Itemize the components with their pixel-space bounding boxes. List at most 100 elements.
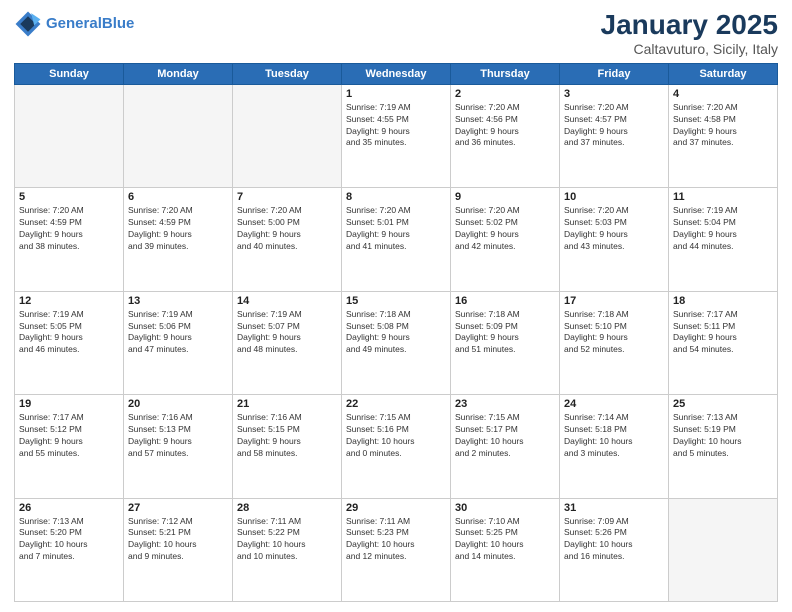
calendar-day-cell: 1Sunrise: 7:19 AM Sunset: 4:55 PM Daylig… — [342, 84, 451, 187]
calendar-day-cell: 8 Sunrise: 7:20 AM Sunset: 5:01 PM Daylig… — [342, 188, 451, 291]
calendar-day-cell: 4 Sunrise: 7:20 AM Sunset: 4:58 PM Daylig… — [669, 84, 778, 187]
logo-text: GeneralBlue — [46, 16, 134, 33]
calendar-day-cell: 28Sunrise: 7:11 AM Sunset: 5:22 PM Dayli… — [233, 498, 342, 601]
calendar-day-cell: 26 Sunrise: 7:13 AM Sunset: 5:20 PM Dayli… — [15, 498, 124, 601]
day-info: Sunrise: 7:17 AM Sunset: 5:11 PM Dayligh… — [673, 309, 773, 357]
calendar-day-cell: 18Sunrise: 7:17 AM Sunset: 5:11 PM Dayli… — [669, 291, 778, 394]
day-info: Sunrise: 7:20 AM Sunset: 4:58 PM Dayligh… — [673, 102, 773, 150]
day-info: Sunrise: 7:20 AM Sunset: 5:01 PM Dayligh… — [346, 205, 446, 253]
day-number: 29 — [346, 502, 446, 514]
day-info: Sunrise: 7:15 AM Sunset: 5:17 PM Dayligh… — [455, 412, 555, 460]
page: GeneralBlue January 2025 Caltavuturo, Si… — [0, 0, 792, 612]
day-number: 25 — [673, 398, 773, 410]
calendar-day-cell: 29 Sunrise: 7:11 AM Sunset: 5:23 PM Dayli… — [342, 498, 451, 601]
calendar-day-cell: 30Sunrise: 7:10 AM Sunset: 5:25 PM Dayli… — [451, 498, 560, 601]
calendar-week-row: 26 Sunrise: 7:13 AM Sunset: 5:20 PM Dayli… — [15, 498, 778, 601]
calendar-day-cell — [233, 84, 342, 187]
day-info: Sunrise: 7:13 AM Sunset: 5:19 PM Dayligh… — [673, 412, 773, 460]
day-number: 23 — [455, 398, 555, 410]
day-number: 31 — [564, 502, 664, 514]
day-number: 24 — [564, 398, 664, 410]
calendar-day-cell: 16 Sunrise: 7:18 AM Sunset: 5:09 PM Dayli… — [451, 291, 560, 394]
calendar-day-cell: 13Sunrise: 7:19 AM Sunset: 5:06 PM Dayli… — [124, 291, 233, 394]
day-number: 26 — [19, 502, 119, 514]
location: Caltavuturo, Sicily, Italy — [601, 41, 778, 57]
calendar-day-cell — [124, 84, 233, 187]
day-number: 20 — [128, 398, 228, 410]
day-number: 12 — [19, 295, 119, 307]
calendar-day-cell: 10 Sunrise: 7:20 AM Sunset: 5:03 PM Dayli… — [560, 188, 669, 291]
day-info: Sunrise: 7:18 AM Sunset: 5:09 PM Dayligh… — [455, 309, 555, 357]
day-number: 21 — [237, 398, 337, 410]
day-number: 9 — [455, 191, 555, 203]
calendar-day-cell: 12 Sunrise: 7:19 AM Sunset: 5:05 PM Dayli… — [15, 291, 124, 394]
calendar-day-cell: 14 Sunrise: 7:19 AM Sunset: 5:07 PM Dayli… — [233, 291, 342, 394]
day-info: Sunrise: 7:15 AM Sunset: 5:16 PM Dayligh… — [346, 412, 446, 460]
day-number: 2 — [455, 88, 555, 100]
day-info: Sunrise: 7:19 AM Sunset: 5:07 PM Dayligh… — [237, 309, 337, 357]
logo-icon — [14, 10, 42, 38]
day-info: Sunrise: 7:19 AM Sunset: 5:05 PM Dayligh… — [19, 309, 119, 357]
day-info: Sunrise: 7:20 AM Sunset: 4:59 PM Dayligh… — [128, 205, 228, 253]
calendar-day-header: Wednesday — [342, 63, 451, 84]
calendar-day-cell — [15, 84, 124, 187]
day-number: 5 — [19, 191, 119, 203]
day-number: 14 — [237, 295, 337, 307]
calendar-day-cell: 19Sunrise: 7:17 AM Sunset: 5:12 PM Dayli… — [15, 395, 124, 498]
calendar-week-row: 12 Sunrise: 7:19 AM Sunset: 5:05 PM Dayli… — [15, 291, 778, 394]
day-number: 17 — [564, 295, 664, 307]
day-number: 4 — [673, 88, 773, 100]
day-info: Sunrise: 7:20 AM Sunset: 4:59 PM Dayligh… — [19, 205, 119, 253]
calendar-day-cell: 24Sunrise: 7:14 AM Sunset: 5:18 PM Dayli… — [560, 395, 669, 498]
day-number: 7 — [237, 191, 337, 203]
day-number: 6 — [128, 191, 228, 203]
day-number: 10 — [564, 191, 664, 203]
calendar-table: SundayMondayTuesdayWednesdayThursdayFrid… — [14, 63, 778, 602]
calendar-day-cell: 2 Sunrise: 7:20 AM Sunset: 4:56 PM Daylig… — [451, 84, 560, 187]
calendar-header-row: SundayMondayTuesdayWednesdayThursdayFrid… — [15, 63, 778, 84]
day-info: Sunrise: 7:18 AM Sunset: 5:10 PM Dayligh… — [564, 309, 664, 357]
day-info: Sunrise: 7:20 AM Sunset: 4:57 PM Dayligh… — [564, 102, 664, 150]
day-number: 8 — [346, 191, 446, 203]
day-info: Sunrise: 7:11 AM Sunset: 5:22 PM Dayligh… — [237, 516, 337, 564]
day-info: Sunrise: 7:13 AM Sunset: 5:20 PM Dayligh… — [19, 516, 119, 564]
day-number: 3 — [564, 88, 664, 100]
day-number: 16 — [455, 295, 555, 307]
logo: GeneralBlue — [14, 10, 134, 38]
day-number: 13 — [128, 295, 228, 307]
calendar-day-cell: 31 Sunrise: 7:09 AM Sunset: 5:26 PM Dayli… — [560, 498, 669, 601]
day-info: Sunrise: 7:10 AM Sunset: 5:25 PM Dayligh… — [455, 516, 555, 564]
calendar-day-header: Monday — [124, 63, 233, 84]
logo-line2: Blue — [102, 15, 135, 32]
day-info: Sunrise: 7:09 AM Sunset: 5:26 PM Dayligh… — [564, 516, 664, 564]
day-number: 15 — [346, 295, 446, 307]
day-info: Sunrise: 7:18 AM Sunset: 5:08 PM Dayligh… — [346, 309, 446, 357]
calendar-day-cell: 6 Sunrise: 7:20 AM Sunset: 4:59 PM Daylig… — [124, 188, 233, 291]
day-info: Sunrise: 7:20 AM Sunset: 5:02 PM Dayligh… — [455, 205, 555, 253]
calendar-day-cell: 7Sunrise: 7:20 AM Sunset: 5:00 PM Daylig… — [233, 188, 342, 291]
calendar-day-cell: 3 Sunrise: 7:20 AM Sunset: 4:57 PM Daylig… — [560, 84, 669, 187]
calendar-day-cell: 11 Sunrise: 7:19 AM Sunset: 5:04 PM Dayli… — [669, 188, 778, 291]
calendar-day-cell: 27Sunrise: 7:12 AM Sunset: 5:21 PM Dayli… — [124, 498, 233, 601]
calendar-day-header: Sunday — [15, 63, 124, 84]
logo-line1: General — [46, 15, 102, 32]
calendar-day-cell: 22Sunrise: 7:15 AM Sunset: 5:16 PM Dayli… — [342, 395, 451, 498]
day-number: 1 — [346, 88, 446, 100]
calendar-day-header: Saturday — [669, 63, 778, 84]
day-number: 27 — [128, 502, 228, 514]
day-info: Sunrise: 7:20 AM Sunset: 4:56 PM Dayligh… — [455, 102, 555, 150]
calendar-week-row: 19Sunrise: 7:17 AM Sunset: 5:12 PM Dayli… — [15, 395, 778, 498]
day-info: Sunrise: 7:11 AM Sunset: 5:23 PM Dayligh… — [346, 516, 446, 564]
calendar-day-header: Tuesday — [233, 63, 342, 84]
title-block: January 2025 Caltavuturo, Sicily, Italy — [601, 10, 778, 57]
calendar-day-header: Thursday — [451, 63, 560, 84]
day-info: Sunrise: 7:20 AM Sunset: 5:03 PM Dayligh… — [564, 205, 664, 253]
calendar-day-cell: 21 Sunrise: 7:16 AM Sunset: 5:15 PM Dayli… — [233, 395, 342, 498]
calendar-week-row: 5 Sunrise: 7:20 AM Sunset: 4:59 PM Daylig… — [15, 188, 778, 291]
calendar-week-row: 1Sunrise: 7:19 AM Sunset: 4:55 PM Daylig… — [15, 84, 778, 187]
day-number: 11 — [673, 191, 773, 203]
day-info: Sunrise: 7:16 AM Sunset: 5:15 PM Dayligh… — [237, 412, 337, 460]
day-info: Sunrise: 7:19 AM Sunset: 5:04 PM Dayligh… — [673, 205, 773, 253]
calendar-day-cell: 20Sunrise: 7:16 AM Sunset: 5:13 PM Dayli… — [124, 395, 233, 498]
day-info: Sunrise: 7:17 AM Sunset: 5:12 PM Dayligh… — [19, 412, 119, 460]
